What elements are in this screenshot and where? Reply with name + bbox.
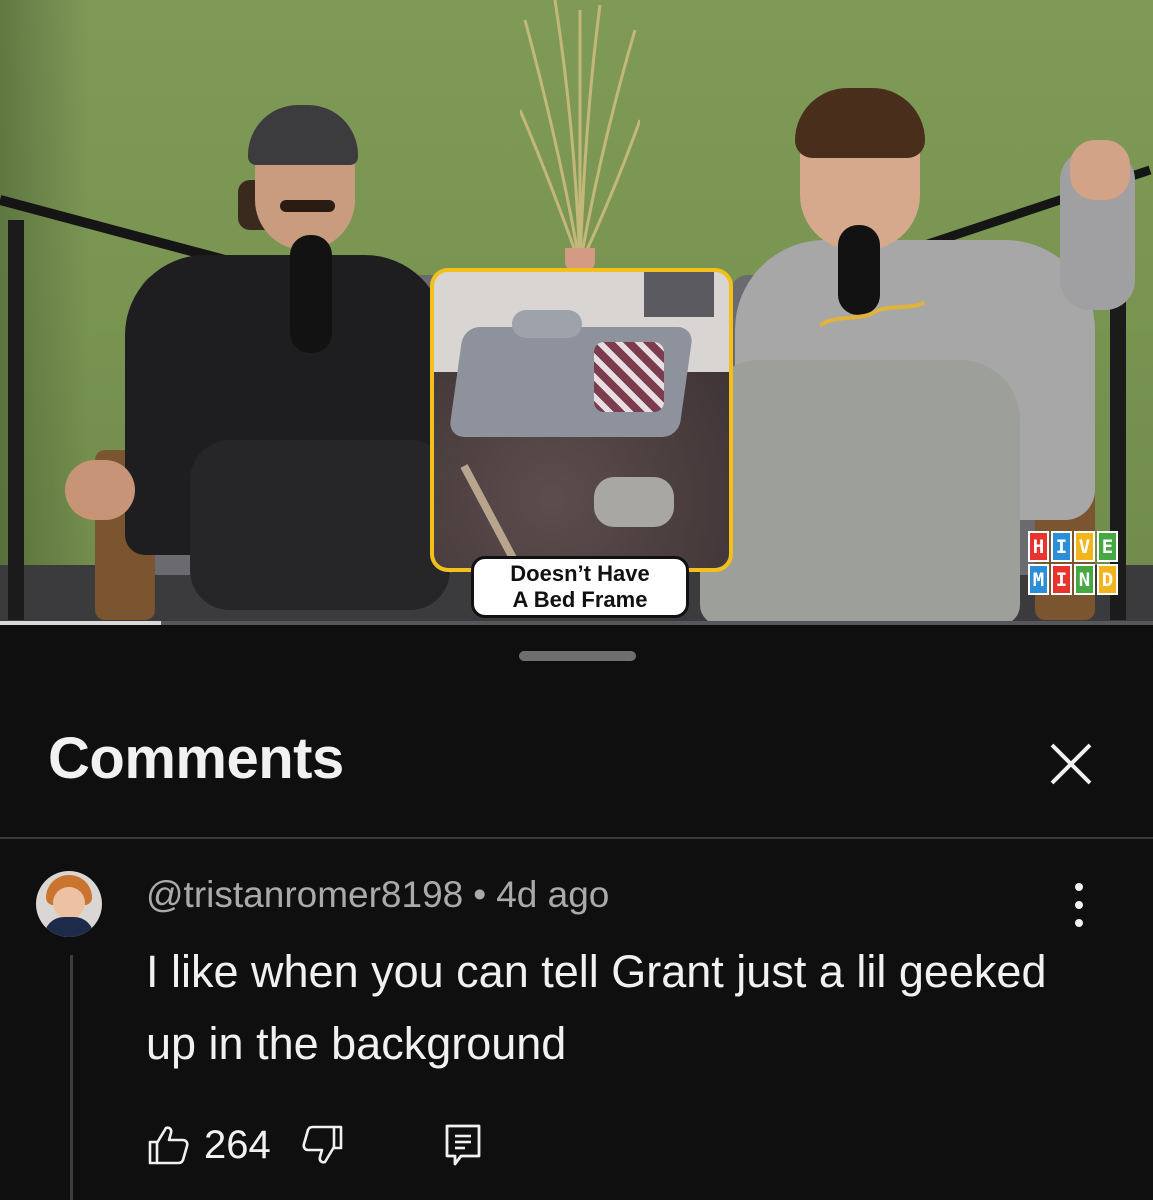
more-vertical-icon [1075,883,1083,927]
comment-meta: @tristanromer8198 • 4d ago [146,874,609,916]
thumbs-up-icon [148,1126,189,1165]
like-button[interactable]: 264 [146,1123,271,1168]
host-left-mustache [280,200,335,212]
caption-line-1: Doesn’t Have [510,561,650,586]
watermark-letter: E [1097,531,1118,562]
host-right-hand [1070,140,1130,200]
inset-photo-bed [430,268,733,572]
comment-time: 4d ago [496,874,610,915]
meta-separator: • [473,874,487,915]
close-button[interactable] [1040,733,1102,795]
like-count: 264 [204,1122,271,1167]
thumbs-down-icon [302,1125,343,1164]
plant-pot [565,248,595,270]
video-caption: Doesn’t Have A Bed Frame [471,556,689,618]
more-options-button[interactable] [1068,883,1090,927]
reply-button[interactable] [443,1122,483,1168]
avatar-suit [44,917,94,937]
inset-clothes [594,477,674,527]
inset-curtain [644,272,714,317]
host-left-cap [248,105,358,165]
video-player[interactable]: Doesn’t Have A Bed Frame HIVE MIND [0,0,1153,625]
close-icon [1050,743,1092,785]
comment-item: @tristanromer8198 • 4d ago I like when you… [0,839,1153,1200]
watermark-letter: M [1028,564,1049,595]
inset-blanket [594,342,664,412]
comments-sheet: Comments @tristanromer8198 • 4d ago I like… [0,625,1153,1200]
watermark-letter: I [1051,564,1072,595]
thread-line [70,955,73,1200]
watermark-letter: D [1097,564,1118,595]
plant-decoration [520,0,640,266]
avatar[interactable] [36,871,102,937]
sheet-title: Comments [48,726,344,791]
host-right-legs [700,360,1020,625]
watermark-letter: V [1074,531,1095,562]
channel-watermark-logo: HIVE MIND [1028,531,1118,595]
watermark-letter: N [1074,564,1095,595]
host-left-hand [65,460,135,520]
inset-pillow [512,310,582,338]
drag-handle[interactable] [519,651,636,661]
comment-author[interactable]: @tristanromer8198 [146,874,463,915]
caption-line-2: A Bed Frame [512,587,648,612]
comment-actions: 264 [146,1115,483,1175]
host-right-hair [795,88,925,158]
reply-icon [445,1124,481,1166]
mic-left [290,235,332,353]
watermark-letter: H [1028,531,1049,562]
host-left-legs [190,440,450,610]
watermark-letter: I [1051,531,1072,562]
dislike-button[interactable] [301,1123,345,1167]
comment-text: I like when you can tell Grant just a li… [146,946,1047,1069]
avatar-face [53,887,85,919]
